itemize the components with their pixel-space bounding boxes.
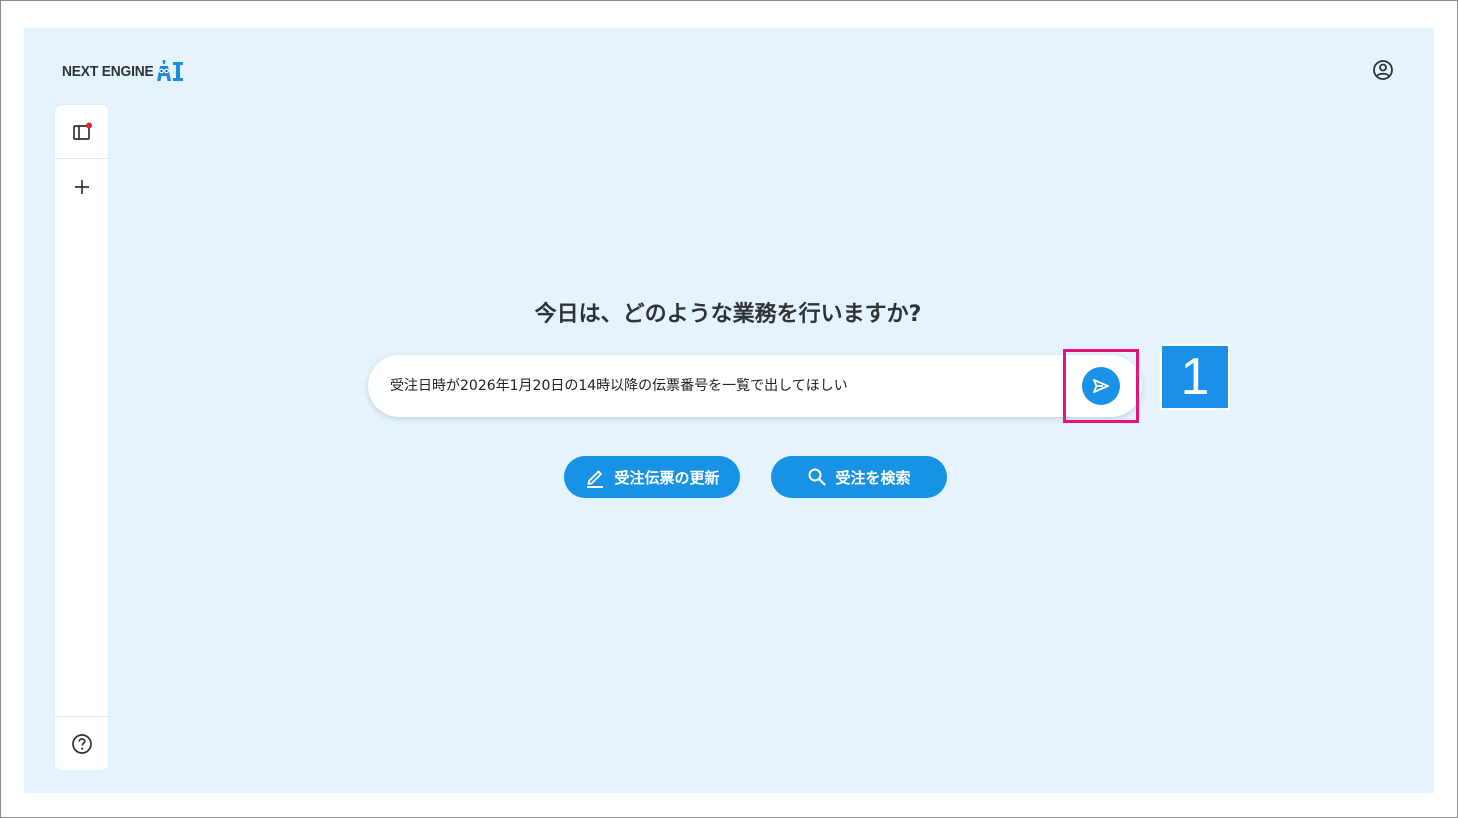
send-icon [1093,379,1109,393]
logo-text: NEXT ENGINE [62,62,154,80]
chat-input[interactable]: 受注日時が2026年1月20日の14時以降の伝票番号を一覧で出してほしい [390,355,1050,417]
sidebar-divider [55,158,108,159]
new-chat-button[interactable] [55,160,108,213]
chat-input-box: 受注日時が2026年1月20日の14時以降の伝票番号を一覧で出してほしい [368,355,1142,417]
search-orders-button[interactable]: 受注を検索 [771,456,947,498]
plus-icon [74,179,89,194]
step-number-badge: 1 [1160,344,1230,410]
help-button[interactable] [55,717,108,770]
update-order-slip-label: 受注伝票の更新 [614,468,720,487]
user-account-button[interactable] [1371,58,1395,82]
sidebar [55,105,108,770]
logo-ai-mark [155,60,184,82]
logo-i-icon [173,62,184,81]
user-circle-icon [1373,60,1393,80]
update-order-slip-button[interactable]: 受注伝票の更新 [564,456,740,498]
page-heading: 今日は、どのような業務を行いますか? [534,302,922,327]
app-logo: NEXT ENGINE [62,58,184,84]
robot-face-icon [157,60,172,81]
search-icon [808,468,827,486]
app-window: NEXT ENGINE 今日は、どのような業務を行いますか? 受注日時が2026… [24,28,1434,793]
sidebar-panel-icon [72,122,92,140]
send-button[interactable] [1082,367,1120,405]
toggle-sidebar-button[interactable] [55,105,108,158]
help-circle-icon [71,733,92,754]
search-orders-label: 受注を検索 [835,468,911,487]
pencil-icon [587,470,604,488]
notification-dot [85,122,92,128]
